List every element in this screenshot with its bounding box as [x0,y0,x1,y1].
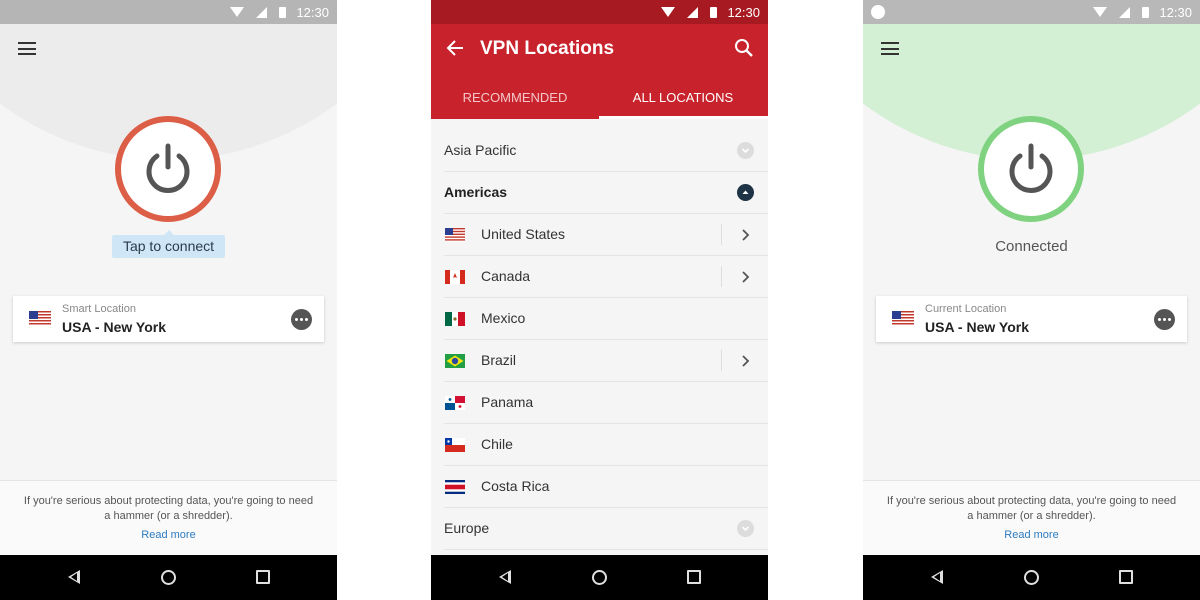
country-row-united-states[interactable]: United States [444,214,768,256]
active-tab-indicator [599,116,768,119]
wifi-icon [661,7,676,17]
more-options-icon[interactable] [1154,309,1175,330]
expand-icon [737,520,754,537]
footer-text: If you're serious about protecting data,… [886,495,1177,522]
status-bar: 12:30 [431,0,768,24]
power-button[interactable] [115,116,221,222]
country-label: United States [481,226,566,242]
tab-recommended[interactable]: RECOMMENDED [431,90,599,105]
status-time: 12:30 [1159,4,1192,20]
collapse-icon [737,184,754,201]
phone-screen-disconnected: 12:30 Tap to connect Smart Location USA … [0,0,337,600]
home-icon[interactable] [592,570,607,585]
country-row-costa-rica[interactable]: Costa Rica [444,466,768,508]
mexico-flag-icon [445,312,465,326]
tab-all-locations[interactable]: ALL LOCATIONS [599,90,767,105]
chevron-right-icon[interactable] [740,228,750,242]
country-row-brazil[interactable]: Brazil [444,340,768,382]
home-icon[interactable] [1024,570,1039,585]
footer-tip: If you're serious about protecting data,… [0,480,337,555]
country-label: Panama [481,394,534,410]
battery-icon [279,6,287,18]
back-icon[interactable] [68,570,80,584]
panama-flag-icon [445,396,465,410]
search-icon[interactable] [734,38,754,58]
chile-flag-icon [445,438,465,452]
footer-tip: If you're serious about protecting data,… [863,480,1200,555]
status-time: 12:30 [727,4,760,20]
battery-icon [1142,6,1150,18]
costa-rica-flag-icon [445,480,465,494]
battery-icon [710,6,718,18]
country-label: Chile [481,436,513,452]
country-row-canada[interactable]: Canada [444,256,768,298]
us-flag-icon [445,228,465,242]
wifi-icon [1093,7,1108,17]
signal-icon [256,6,268,18]
us-flag-icon [29,311,51,326]
back-icon[interactable] [931,570,943,584]
country-row-chile[interactable]: Chile [444,424,768,466]
region-asia-pacific[interactable]: Asia Pacific [444,130,768,172]
app-bar: VPN Locations RECOMMENDED ALL LOCATIONS [431,24,768,119]
power-icon [146,143,190,193]
us-flag-icon [892,311,914,326]
read-more-link[interactable]: Read more [0,529,337,541]
country-label: Canada [481,268,531,284]
location-caption: Current Location [925,303,1007,315]
country-label: Mexico [481,310,526,326]
region-label: Asia Pacific [444,142,517,158]
home-icon[interactable] [161,570,176,585]
android-nav-bar [0,555,337,600]
canada-flag-icon [445,270,465,284]
location-name: USA - New York [62,319,166,335]
country-label: Brazil [481,352,517,368]
signal-icon [687,6,699,18]
power-icon [1009,143,1053,193]
menu-icon[interactable] [881,42,899,55]
menu-icon[interactable] [18,42,36,55]
location-caption: Smart Location [62,303,136,315]
location-card[interactable]: Smart Location USA - New York [13,296,324,342]
expand-icon [737,142,754,159]
back-icon[interactable] [499,570,511,584]
power-button[interactable] [978,116,1084,222]
back-arrow-icon[interactable] [445,38,465,58]
country-row-panama[interactable]: Panama [444,382,768,424]
more-options-icon[interactable] [291,309,312,330]
chevron-right-icon[interactable] [740,270,750,284]
region-label: Americas [444,184,508,200]
status-time: 12:30 [296,4,329,20]
phone-screen-connected: 12:30 Connected Current Location USA - N… [863,0,1200,600]
phone-screen-vpn-locations: 12:30 VPN Locations RECOMMENDED ALL LOCA… [431,0,768,600]
page-title: VPN Locations [480,38,615,59]
android-nav-bar [431,555,768,600]
signal-icon [1119,6,1131,18]
tap-to-connect-label[interactable]: Tap to connect [112,230,225,258]
recents-icon[interactable] [687,570,701,584]
footer-text: If you're serious about protecting data,… [23,495,314,522]
locations-list: Asia Pacific Americas United States Cana… [431,130,768,550]
wifi-icon [230,7,245,17]
region-label: Europe [444,520,490,536]
recents-icon[interactable] [256,570,270,584]
status-bar: 12:30 [863,0,1200,24]
status-bar: 12:30 [0,0,337,24]
region-americas[interactable]: Americas [444,172,768,214]
location-card[interactable]: Current Location USA - New York [876,296,1187,342]
region-europe[interactable]: Europe [444,508,768,550]
android-nav-bar [863,555,1200,600]
brazil-flag-icon [445,354,465,368]
connection-status-label: Connected [995,238,1068,255]
location-name: USA - New York [925,319,1029,335]
recents-icon[interactable] [1119,570,1133,584]
app-notification-icon [871,5,885,19]
country-row-mexico[interactable]: Mexico [444,298,768,340]
country-label: Costa Rica [481,478,550,494]
read-more-link[interactable]: Read more [863,529,1200,541]
chevron-right-icon[interactable] [740,354,750,368]
